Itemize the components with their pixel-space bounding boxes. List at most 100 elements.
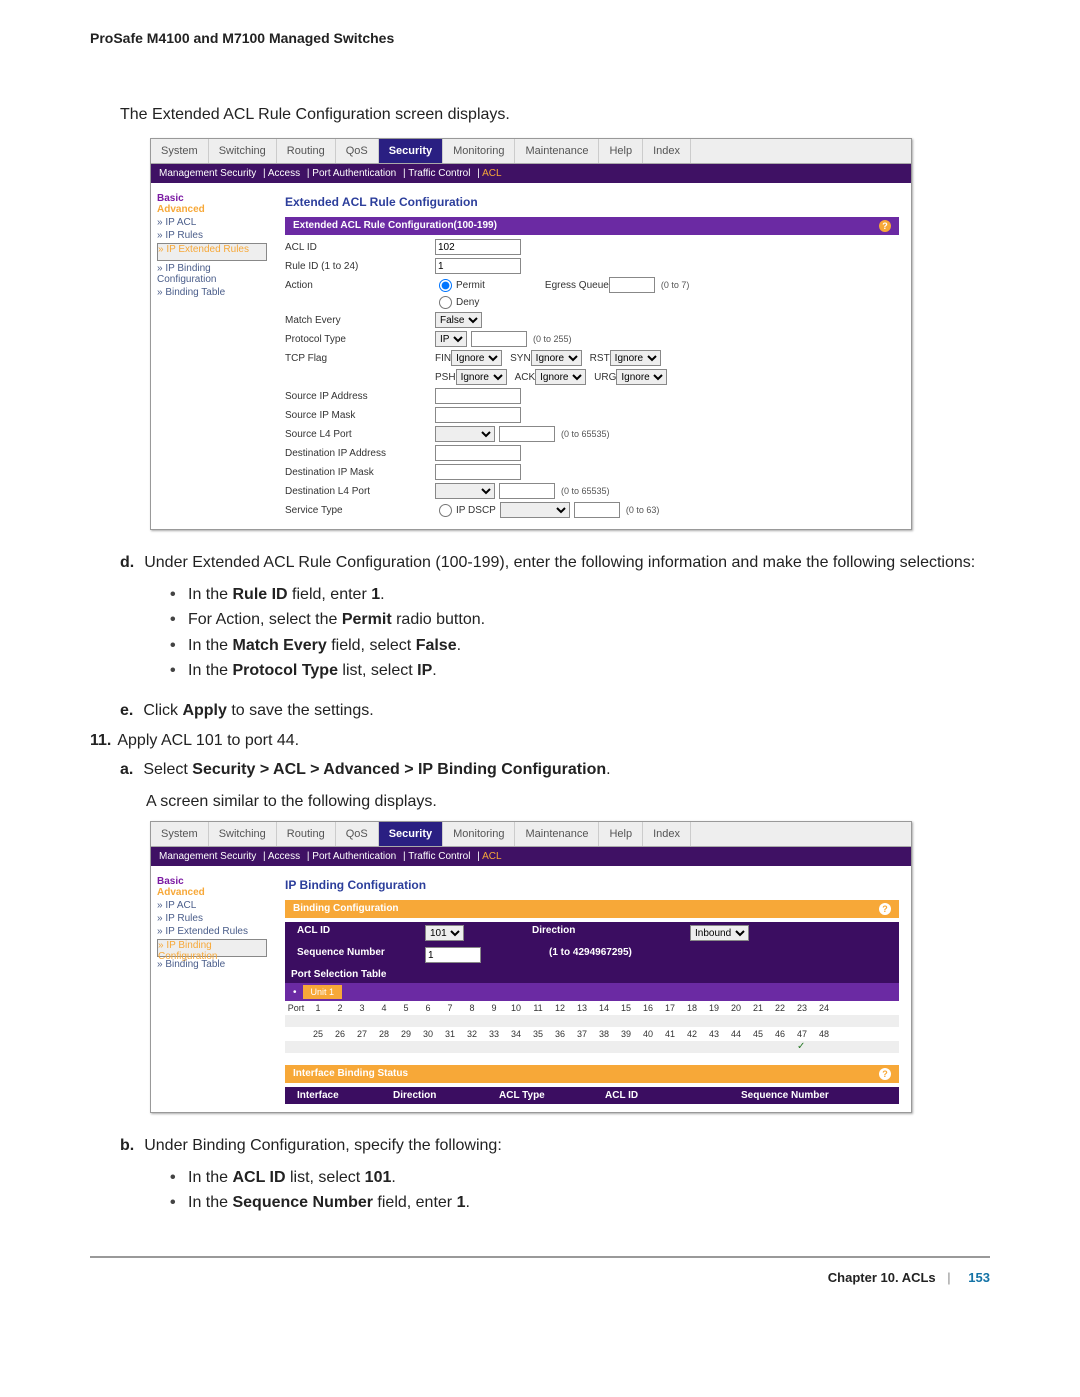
sel-aclid[interactable]: 101 bbox=[425, 925, 464, 941]
note-st: (0 to 63) bbox=[626, 505, 660, 515]
input-rule[interactable] bbox=[435, 258, 521, 274]
sidebar2: Basic Advanced » IP ACL » IP Rules » IP … bbox=[151, 866, 273, 1112]
top-tabs: System Switching Routing QoS Security Mo… bbox=[151, 139, 911, 164]
lbl-action: Action bbox=[285, 280, 435, 291]
page-header: ProSafe M4100 and M7100 Managed Switches bbox=[90, 30, 990, 46]
subnav-traffic[interactable]: Traffic Control bbox=[408, 168, 470, 179]
tab-qos[interactable]: QoS bbox=[336, 139, 379, 163]
instr-d: d.Under Extended ACL Rule Configuration … bbox=[120, 550, 990, 684]
side-ipbind[interactable]: » IP Binding Configuration bbox=[157, 263, 267, 285]
tab-maintenance[interactable]: Maintenance bbox=[515, 139, 599, 163]
input-aclid[interactable] bbox=[435, 239, 521, 255]
input-egress[interactable] bbox=[609, 277, 655, 293]
instr-e: e.Click Apply to save the settings. bbox=[120, 698, 990, 724]
lbl-st: Service Type bbox=[285, 505, 435, 516]
tab-security[interactable]: Security bbox=[379, 139, 443, 163]
lbl-rule: Rule ID (1 to 24) bbox=[285, 261, 435, 272]
unit-1[interactable]: Unit 1 bbox=[303, 985, 343, 999]
help-icon[interactable]: ? bbox=[879, 220, 891, 232]
step-11a: a.Select Security > ACL > Advanced > IP … bbox=[120, 758, 990, 783]
tab-system[interactable]: System bbox=[151, 139, 209, 163]
top-tabs2: System Switching Routing QoS Security Mo… bbox=[151, 822, 911, 847]
input-dlp[interactable] bbox=[499, 483, 555, 499]
tab2-qos[interactable]: QoS bbox=[336, 822, 379, 846]
sel-me[interactable]: False bbox=[435, 312, 482, 328]
note-egress: (0 to 7) bbox=[661, 280, 690, 290]
sel-rst[interactable]: Ignore bbox=[610, 350, 661, 366]
radio-permit[interactable] bbox=[439, 279, 452, 292]
input-slp[interactable] bbox=[499, 426, 555, 442]
sel-fin[interactable]: Ignore bbox=[451, 350, 502, 366]
lbl-tcp: TCP Flag bbox=[285, 353, 435, 364]
radio-st[interactable] bbox=[439, 504, 452, 517]
footer-page: 153 bbox=[968, 1270, 990, 1285]
tab-index[interactable]: Index bbox=[643, 139, 691, 163]
sel-pt[interactable]: IP bbox=[435, 331, 467, 347]
help-icon2[interactable]: ? bbox=[879, 903, 891, 915]
subnav-access[interactable]: Access bbox=[268, 168, 300, 179]
flag-urg: URG bbox=[594, 372, 616, 383]
txt-st: IP DSCP bbox=[456, 505, 496, 516]
tab2-system[interactable]: System bbox=[151, 822, 209, 846]
sidebar: Basic Advanced » IP ACL » IP Rules » IP … bbox=[151, 183, 273, 529]
side-ipacl[interactable]: » IP ACL bbox=[157, 217, 267, 228]
port-checkrow1[interactable] bbox=[285, 1015, 899, 1027]
unit-row: •Unit 1 bbox=[285, 983, 899, 1001]
sub-nav: Management Security | Access | Port Auth… bbox=[151, 164, 911, 183]
tab2-routing[interactable]: Routing bbox=[277, 822, 336, 846]
tab-routing[interactable]: Routing bbox=[277, 139, 336, 163]
help-icon3[interactable]: ? bbox=[879, 1068, 891, 1080]
sel-syn[interactable]: Ignore bbox=[531, 350, 582, 366]
input-sip[interactable] bbox=[435, 388, 521, 404]
check-icon: ✓ bbox=[797, 1041, 805, 1052]
txt-deny: Deny bbox=[456, 297, 479, 308]
col-aclid: ACL ID bbox=[289, 925, 425, 941]
input-st[interactable] bbox=[574, 502, 620, 518]
side-iprules[interactable]: » IP Rules bbox=[157, 230, 267, 241]
input-dim[interactable] bbox=[435, 464, 521, 480]
port-checkrow2[interactable]: ✓ bbox=[285, 1041, 899, 1053]
sel-dlp[interactable] bbox=[435, 483, 495, 499]
tab2-switching[interactable]: Switching bbox=[209, 822, 277, 846]
input-pt[interactable] bbox=[471, 331, 527, 347]
col-seq: Sequence Number bbox=[289, 947, 425, 963]
side-ipext[interactable]: » IP Extended Rules bbox=[157, 243, 267, 261]
subnav-portauth[interactable]: Port Authentication bbox=[312, 168, 396, 179]
sel-st[interactable] bbox=[500, 502, 570, 518]
tab2-help[interactable]: Help bbox=[599, 822, 643, 846]
input-dip[interactable] bbox=[435, 445, 521, 461]
tab-switching[interactable]: Switching bbox=[209, 139, 277, 163]
lbl-pt: Protocol Type bbox=[285, 334, 435, 345]
screenshot-ext-acl: System Switching Routing QoS Security Mo… bbox=[150, 138, 912, 530]
side-advanced[interactable]: Advanced bbox=[157, 204, 267, 215]
radio-deny[interactable] bbox=[439, 296, 452, 309]
subnav-acl[interactable]: ACL bbox=[482, 168, 501, 179]
instr-b2: b.Under Binding Configuration, specify t… bbox=[120, 1133, 990, 1216]
ports-row2: 2526272829303132333435363738394041424344… bbox=[285, 1029, 899, 1039]
flag-syn: SYN bbox=[510, 353, 531, 364]
sect-ibs: Interface Binding Status? bbox=[285, 1065, 899, 1083]
sel-urg[interactable]: Ignore bbox=[616, 369, 667, 385]
tab2-index[interactable]: Index bbox=[643, 822, 691, 846]
tab2-security[interactable]: Security bbox=[379, 822, 443, 846]
intro-text: The Extended ACL Rule Configuration scre… bbox=[120, 106, 990, 124]
sect-bindcfg: Binding Configuration? bbox=[285, 900, 899, 918]
sel-psh[interactable]: Ignore bbox=[456, 369, 507, 385]
side2-ipbind[interactable]: » IP Binding Configuration bbox=[157, 939, 267, 957]
side-basic[interactable]: Basic bbox=[157, 193, 267, 204]
flag-fin: FIN bbox=[435, 353, 451, 364]
screenshot-ip-binding: System Switching Routing QoS Security Mo… bbox=[150, 821, 912, 1113]
tab2-monitoring[interactable]: Monitoring bbox=[443, 822, 515, 846]
sel-slp[interactable] bbox=[435, 426, 495, 442]
subnav-mgmt[interactable]: Management Security bbox=[159, 168, 256, 179]
tab-monitoring[interactable]: Monitoring bbox=[443, 139, 515, 163]
sel-dir[interactable]: Inbound bbox=[690, 925, 749, 941]
step-11: 11.Apply ACL 101 to port 44. bbox=[90, 732, 990, 750]
tab2-maintenance[interactable]: Maintenance bbox=[515, 822, 599, 846]
input-sim[interactable] bbox=[435, 407, 521, 423]
input-seq[interactable] bbox=[425, 947, 481, 963]
lbl-me: Match Every bbox=[285, 315, 435, 326]
tab-help[interactable]: Help bbox=[599, 139, 643, 163]
side-bindtbl[interactable]: » Binding Table bbox=[157, 287, 267, 298]
sel-ack[interactable]: Ignore bbox=[535, 369, 586, 385]
